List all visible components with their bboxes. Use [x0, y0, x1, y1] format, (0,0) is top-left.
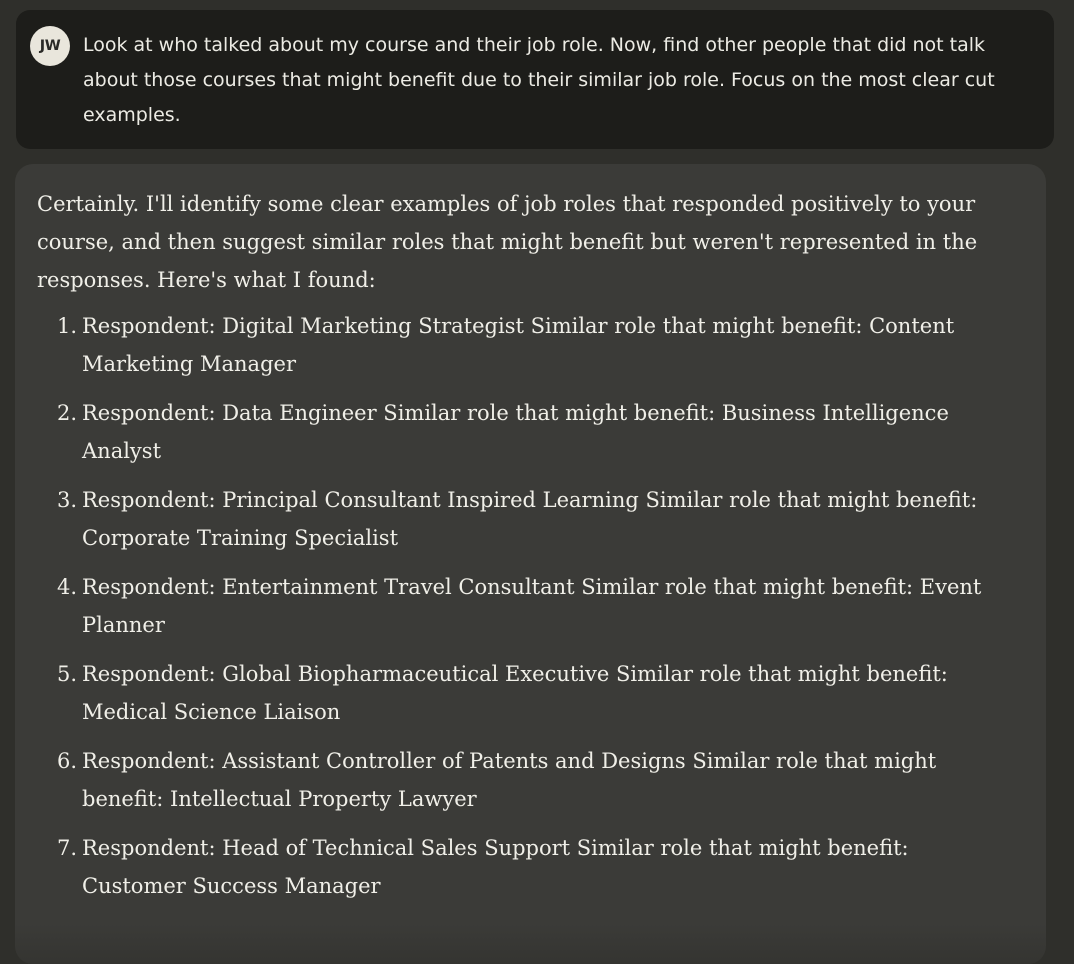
list-item-text: Respondent: Entertainment Travel Consult… — [82, 575, 982, 637]
list-item-number: 5. — [57, 662, 78, 686]
assistant-message: Certainly. I'll identify some clear exam… — [15, 164, 1046, 964]
list-item-number: 7. — [57, 836, 78, 860]
assistant-intro-text: Certainly. I'll identify some clear exam… — [37, 192, 978, 292]
list-item-text: Respondent: Principal Consultant Inspire… — [82, 488, 978, 550]
list-item-text: Respondent: Head of Technical Sales Supp… — [82, 836, 909, 898]
list-item: 2. Respondent: Data Engineer Similar rol… — [37, 394, 997, 470]
user-message: JW Look at who talked about my course an… — [16, 10, 1054, 149]
list-item: 1. Respondent: Digital Marketing Strateg… — [37, 307, 997, 383]
list-item-text: Respondent: Data Engineer Similar role t… — [82, 401, 949, 463]
list-item: 3. Respondent: Principal Consultant Insp… — [37, 481, 997, 557]
list-item: 6. Respondent: Assistant Controller of P… — [37, 742, 997, 818]
list-item: 5. Respondent: Global Biopharmaceutical … — [37, 655, 997, 731]
list-item: 7. Respondent: Head of Technical Sales S… — [37, 829, 997, 905]
user-message-text: Look at who talked about my course and t… — [83, 34, 995, 126]
list-item: 4. Respondent: Entertainment Travel Cons… — [37, 568, 997, 644]
answer-list: 1. Respondent: Digital Marketing Strateg… — [37, 307, 997, 916]
scroll-fade — [15, 924, 1046, 964]
list-item-number: 6. — [57, 749, 78, 773]
list-item-number: 1. — [57, 314, 78, 338]
list-item-number: 3. — [57, 488, 78, 512]
list-item-number: 4. — [57, 575, 78, 599]
list-item-number: 2. — [57, 401, 78, 425]
user-avatar: JW — [30, 26, 70, 66]
list-item-text: Respondent: Digital Marketing Strategist… — [82, 314, 955, 376]
list-item-text: Respondent: Global Biopharmaceutical Exe… — [82, 662, 948, 724]
list-item-text: Respondent: Assistant Controller of Pate… — [82, 749, 937, 811]
